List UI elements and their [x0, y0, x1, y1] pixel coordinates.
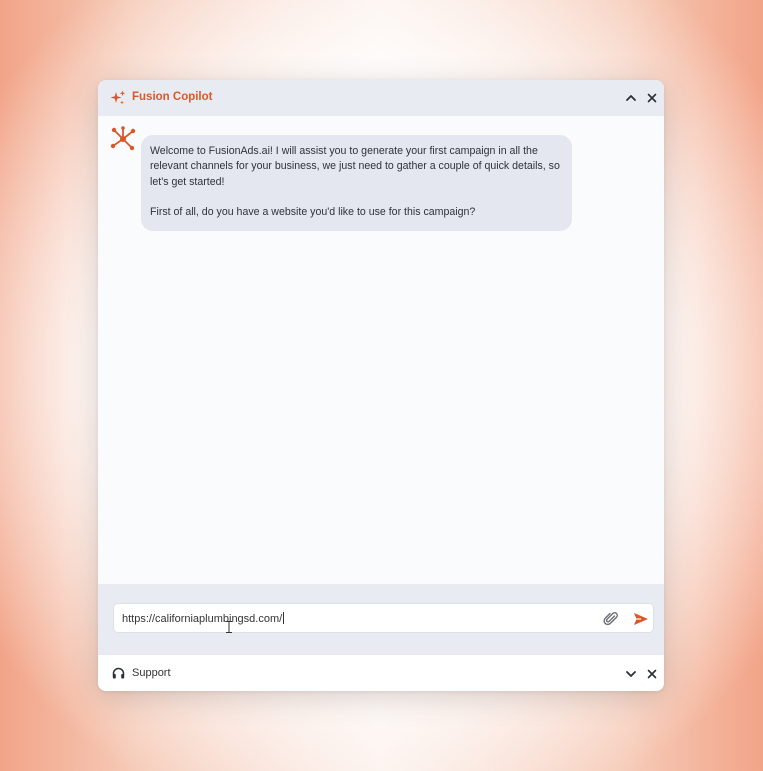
headset-icon [112, 667, 125, 679]
message-paragraph: First of all, do you have a website you'… [150, 206, 476, 219]
support-bar[interactable]: Support [98, 654, 664, 691]
chat-messages: Welcome to FusionAds.ai! I will assist y… [98, 116, 664, 584]
close-icon[interactable] [645, 91, 659, 105]
support-label: Support [132, 667, 171, 679]
title-bar: Fusion Copilot [98, 80, 664, 116]
message-input-value[interactable]: https://californiaplumbingsd.com/ [122, 612, 285, 625]
message-composer: https://californiaplumbingsd.com/ [98, 584, 664, 654]
copilot-window: Fusion Copilot Welcome to FusionAds.ai! … [98, 80, 664, 691]
paperclip-icon[interactable] [603, 611, 619, 627]
message-paragraph: Welcome to FusionAds.ai! I will assist y… [150, 145, 560, 188]
bot-message-bubble: Welcome to FusionAds.ai! I will assist y… [141, 135, 572, 231]
network-nodes-icon [110, 126, 136, 151]
window-title: Fusion Copilot [132, 91, 213, 103]
chevron-down-icon[interactable] [624, 667, 638, 681]
text-caret [283, 612, 285, 624]
message-input[interactable]: https://californiaplumbingsd.com/ [113, 603, 654, 633]
text-cursor-icon [226, 621, 232, 633]
send-icon[interactable] [633, 612, 649, 626]
chevron-up-icon[interactable] [624, 91, 638, 105]
sparkles-icon [110, 90, 126, 105]
close-icon[interactable] [645, 667, 659, 681]
